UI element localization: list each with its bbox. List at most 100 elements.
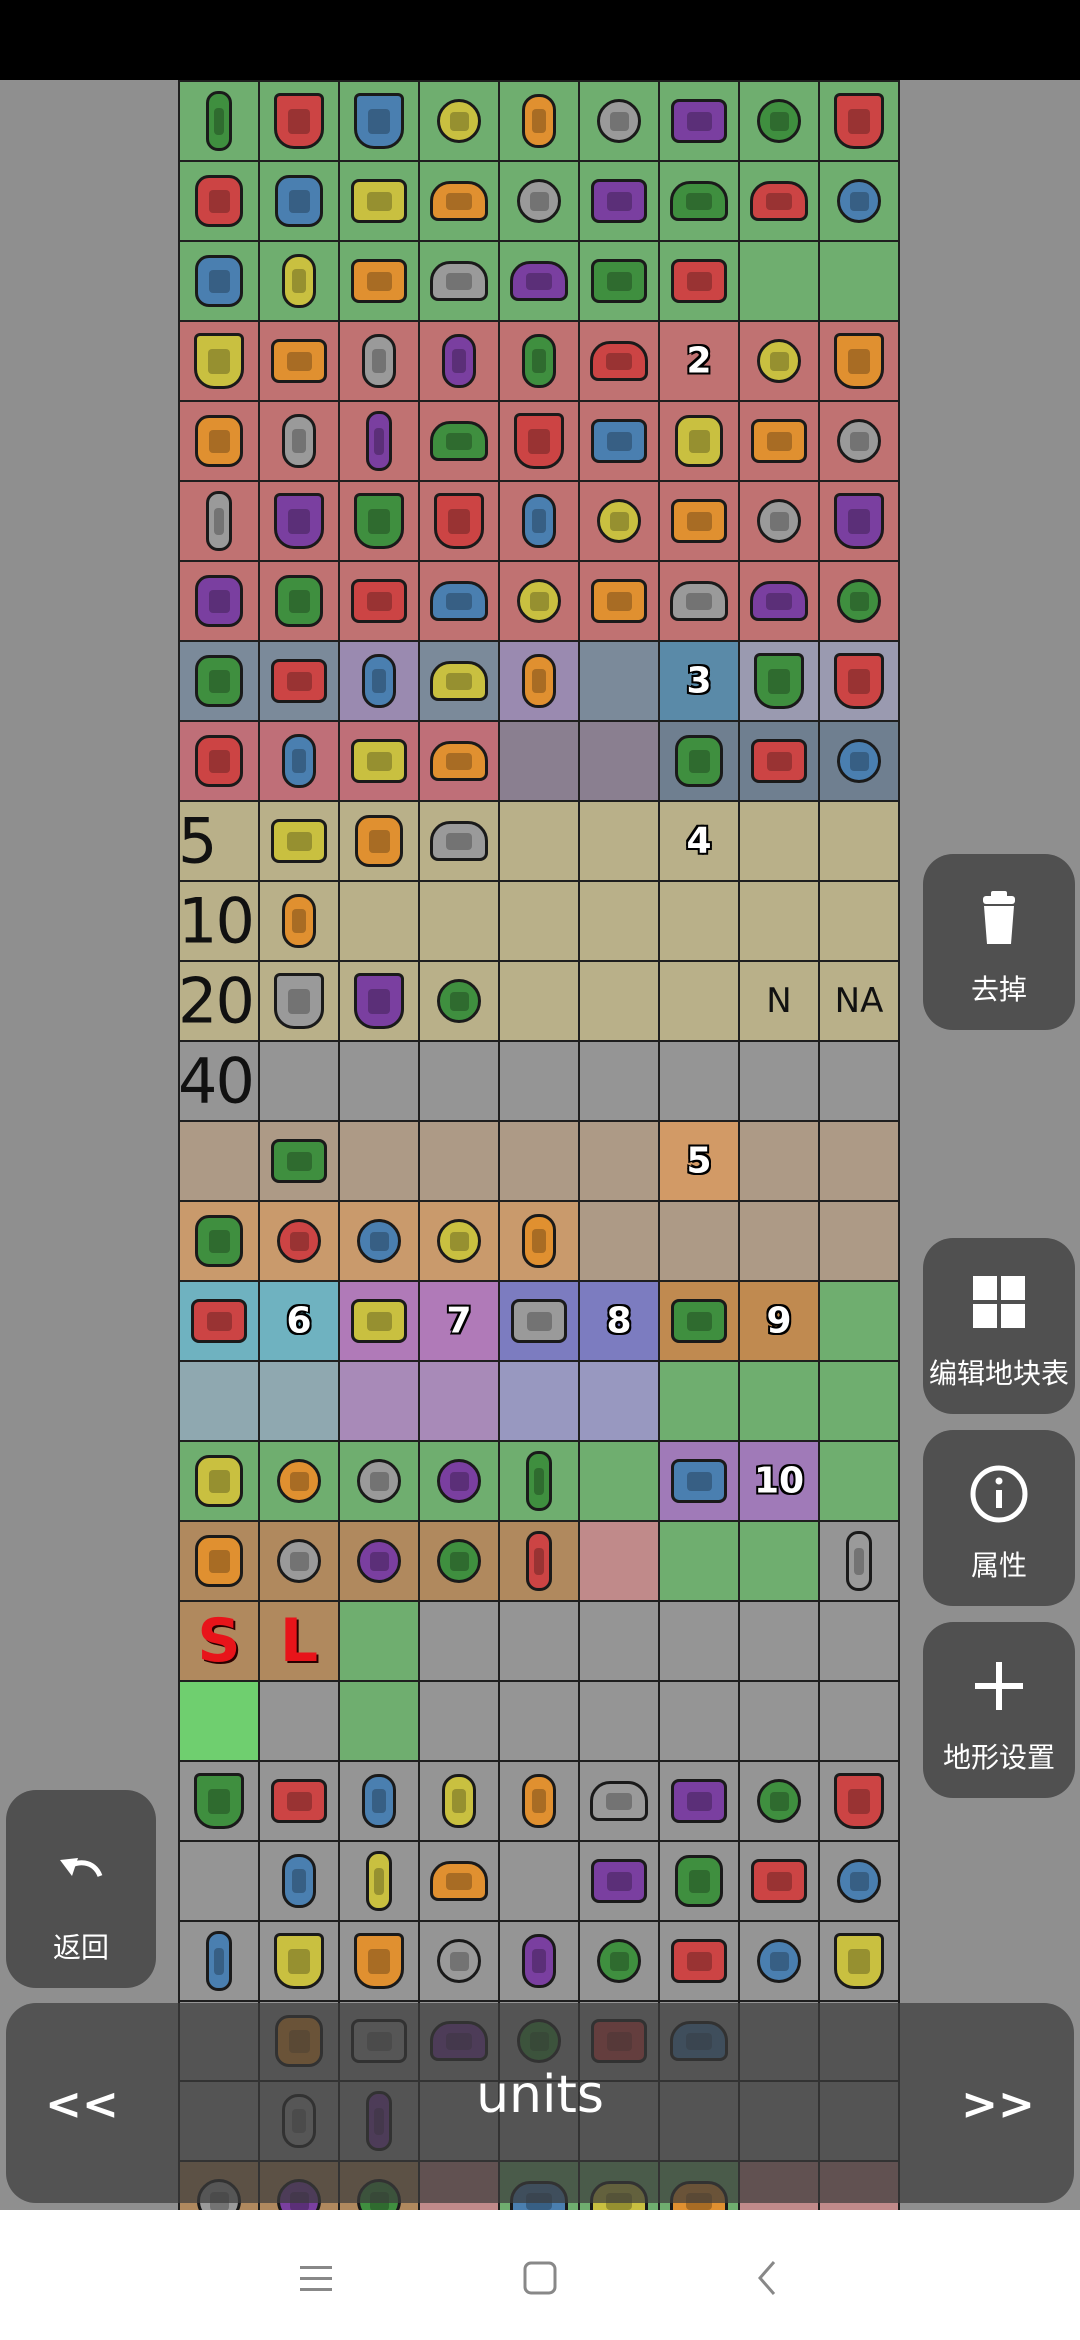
tile-cell[interactable]: [338, 160, 420, 242]
tile-cell[interactable]: [578, 1120, 660, 1202]
tile-cell[interactable]: [658, 400, 740, 482]
tile-cell[interactable]: [418, 1040, 500, 1122]
tile-cell[interactable]: 7: [418, 1280, 500, 1362]
tile-cell[interactable]: [498, 1280, 580, 1362]
tile-cell[interactable]: [738, 1120, 820, 1202]
tile-cell[interactable]: [258, 880, 340, 962]
tile-cell[interactable]: [498, 1200, 580, 1282]
properties-button[interactable]: 属性: [923, 1430, 1075, 1606]
tile-cell[interactable]: [498, 880, 580, 962]
tile-cell[interactable]: 9: [738, 1280, 820, 1362]
tile-cell[interactable]: [418, 480, 500, 562]
tile-cell[interactable]: [578, 1680, 660, 1762]
tile-cell[interactable]: [738, 320, 820, 402]
tile-cell[interactable]: 40: [178, 1040, 260, 1122]
tile-cell[interactable]: [818, 560, 900, 642]
tile-cell[interactable]: [738, 720, 820, 802]
tile-cell[interactable]: [258, 1680, 340, 1762]
tile-cell[interactable]: [418, 1920, 500, 2002]
tile-cell[interactable]: [658, 560, 740, 642]
tile-cell[interactable]: 6: [258, 1280, 340, 1362]
tile-cell[interactable]: [498, 400, 580, 482]
tile-cell[interactable]: [738, 800, 820, 882]
tile-cell[interactable]: [498, 320, 580, 402]
tile-cell[interactable]: [578, 800, 660, 882]
tile-cell[interactable]: [498, 1840, 580, 1922]
tile-cell[interactable]: [338, 1360, 420, 1442]
tile-cell[interactable]: [658, 1600, 740, 1682]
tile-cell[interactable]: [178, 400, 260, 482]
tile-cell[interactable]: [738, 400, 820, 482]
tile-cell[interactable]: [818, 80, 900, 162]
tile-cell[interactable]: [258, 320, 340, 402]
tile-cell[interactable]: [178, 1520, 260, 1602]
tile-cell[interactable]: [578, 560, 660, 642]
tile-cell[interactable]: 10: [178, 880, 260, 962]
tile-cell[interactable]: [178, 240, 260, 322]
tile-cell[interactable]: [418, 1840, 500, 1922]
tile-cell[interactable]: [338, 320, 420, 402]
tile-cell[interactable]: 20: [178, 960, 260, 1042]
tile-cell[interactable]: 5: [658, 1120, 740, 1202]
tile-cell[interactable]: [418, 960, 500, 1042]
tile-cell[interactable]: N: [738, 960, 820, 1042]
tile-cell[interactable]: [258, 400, 340, 482]
remove-button[interactable]: 去掉: [923, 854, 1075, 1030]
tile-cell[interactable]: [818, 240, 900, 322]
tile-cell[interactable]: [738, 1840, 820, 1922]
tile-cell[interactable]: [738, 1360, 820, 1442]
tile-cell[interactable]: [178, 560, 260, 642]
tile-cell[interactable]: [818, 1920, 900, 2002]
tile-cell[interactable]: [418, 1680, 500, 1762]
tile-cell[interactable]: [658, 80, 740, 162]
tile-cell[interactable]: [338, 1280, 420, 1362]
tile-cell[interactable]: [658, 1680, 740, 1762]
tile-cell[interactable]: [178, 320, 260, 402]
tile-cell[interactable]: 10: [738, 1440, 820, 1522]
tile-cell[interactable]: [818, 160, 900, 242]
tile-cell[interactable]: [818, 1440, 900, 1522]
tile-cell[interactable]: [338, 1760, 420, 1842]
tile-cell[interactable]: [498, 1920, 580, 2002]
tile-cell[interactable]: [418, 640, 500, 722]
tile-cell[interactable]: [258, 80, 340, 162]
tile-cell[interactable]: [178, 160, 260, 242]
tile-cell[interactable]: [178, 1360, 260, 1442]
tile-cell[interactable]: [178, 1200, 260, 1282]
terrain-settings-button[interactable]: 地形设置: [923, 1622, 1075, 1798]
tile-cell[interactable]: [498, 480, 580, 562]
tile-cell[interactable]: [178, 1920, 260, 2002]
tile-cell[interactable]: [338, 880, 420, 962]
tile-cell[interactable]: [418, 160, 500, 242]
tile-cell[interactable]: [658, 1920, 740, 2002]
tile-cell[interactable]: [658, 720, 740, 802]
tile-cell[interactable]: [418, 1760, 500, 1842]
tile-cell[interactable]: [498, 560, 580, 642]
tile-cell[interactable]: 4: [658, 800, 740, 882]
tile-cell[interactable]: [818, 1680, 900, 1762]
tile-cell[interactable]: [658, 880, 740, 962]
tile-cell[interactable]: [578, 1600, 660, 1682]
tile-cell[interactable]: [578, 1440, 660, 1522]
tile-cell[interactable]: [178, 1840, 260, 1922]
tile-cell[interactable]: [498, 800, 580, 882]
tile-cell[interactable]: [498, 1360, 580, 1442]
tile-cell[interactable]: [418, 1440, 500, 1522]
tile-cell[interactable]: [818, 1200, 900, 1282]
tile-cell[interactable]: [338, 1440, 420, 1522]
tile-cell[interactable]: [498, 1440, 580, 1522]
tile-cell[interactable]: [338, 800, 420, 882]
tile-cell[interactable]: [658, 960, 740, 1042]
tile-cell[interactable]: [578, 1040, 660, 1122]
tile-cell[interactable]: [658, 1360, 740, 1442]
tile-cell[interactable]: 5: [178, 800, 260, 882]
tile-cell[interactable]: [818, 720, 900, 802]
tile-cell[interactable]: [578, 1920, 660, 2002]
tile-cell[interactable]: [338, 560, 420, 642]
tile-cell[interactable]: [178, 1760, 260, 1842]
tile-cell[interactable]: [738, 240, 820, 322]
tile-cell[interactable]: [498, 1520, 580, 1602]
tile-cell[interactable]: [578, 1760, 660, 1842]
tile-cell[interactable]: [658, 1040, 740, 1122]
tile-cell[interactable]: [418, 1120, 500, 1202]
